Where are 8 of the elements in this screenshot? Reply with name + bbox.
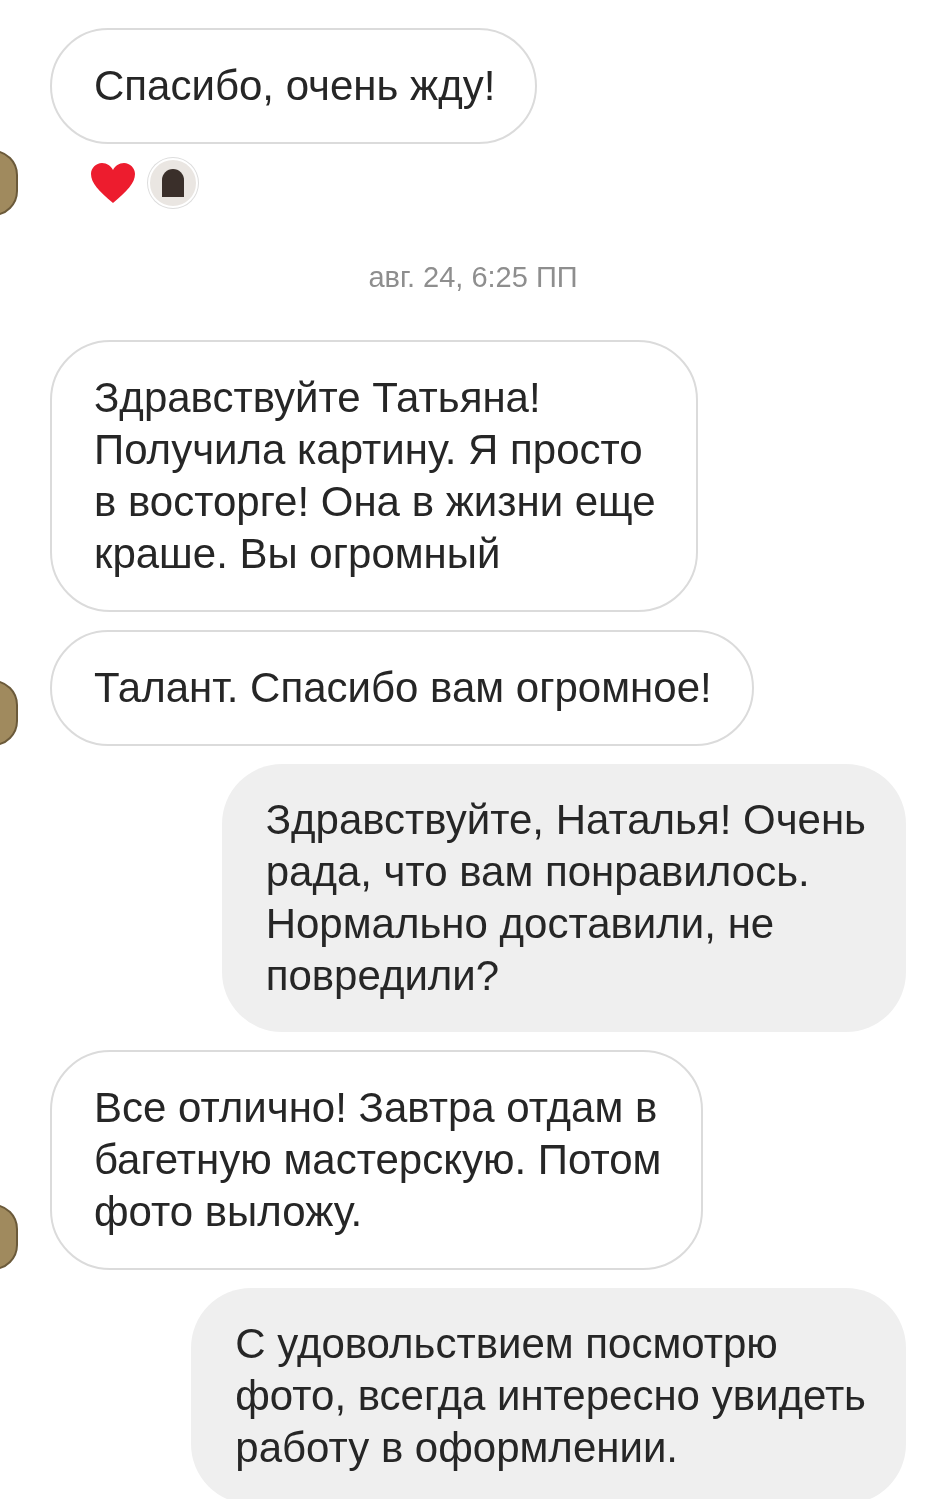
message-bubble: С удовольствием посмотрю фото, всегда интересно увидеть работу в оформлении. [191, 1287, 906, 1499]
message-bubble: Талант. Спасибо вам огромное! [50, 629, 754, 746]
reactor-avatar [148, 158, 198, 208]
message-bubble: Здравствуйте, Наталья! Очень рада, что вам понравилось. Нормально доставили, не повредили? [221, 763, 906, 1032]
message-bubble: Все отлично! Завтра отдам в багетную мастерскую. Потом фото выложу. [50, 1049, 704, 1270]
message-bubble: Спасибо, очень жду! [50, 28, 538, 144]
message-bubble: Здравствуйте Татьяна! Получила картину. Я просто в восторге! Она в жизни еще краше. Вы огромный [50, 339, 698, 612]
timestamp: авг. 24, 6:25 ПП [368, 260, 578, 295]
